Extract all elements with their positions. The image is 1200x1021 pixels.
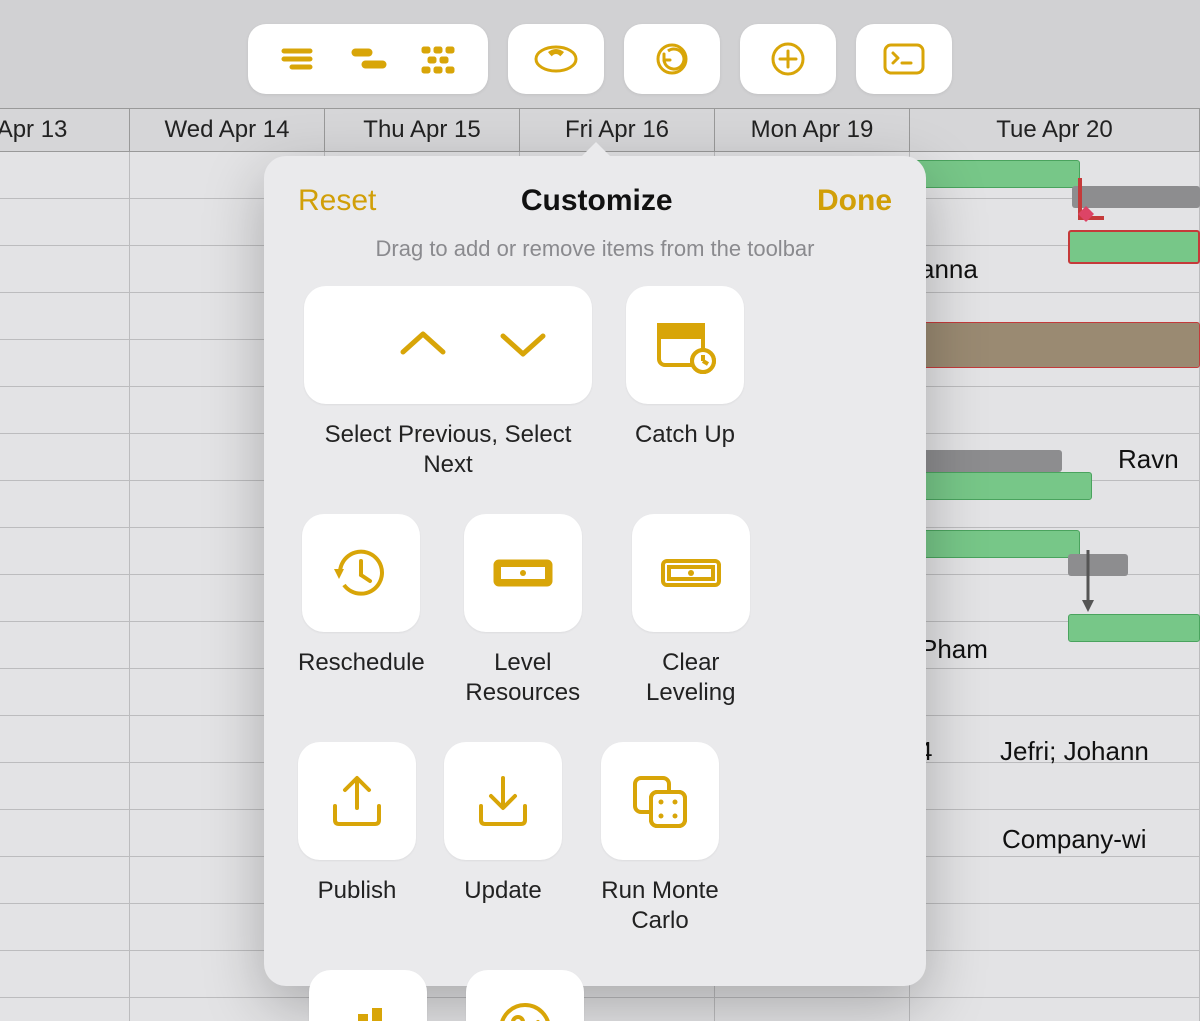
assignee-label: Company-wi: [1002, 824, 1147, 855]
toolbar-group-view: [248, 24, 488, 94]
item-clear-leveling[interactable]: Clear Leveling: [621, 514, 761, 708]
date-col: e Apr 13: [0, 109, 130, 151]
reset-button[interactable]: Reset: [298, 184, 376, 218]
item-label: Reschedule: [298, 648, 425, 678]
popover-title: Customize: [521, 184, 673, 218]
date-col: Tue Apr 20: [910, 109, 1200, 151]
assignee-label: Pham: [920, 634, 988, 665]
item-label: Run Monte Carlo: [590, 876, 730, 936]
popover-hint: Drag to add or remove items from the too…: [264, 226, 926, 286]
gantt-bar[interactable]: [1068, 614, 1200, 642]
item-select-prev-next[interactable]: Select Previous, Select Next: [298, 286, 598, 480]
tasks-icon[interactable]: [346, 42, 390, 76]
item-clear-monte-carlo[interactable]: Clear Monte Carlo: [298, 970, 438, 1021]
toolbar-add[interactable]: [740, 24, 836, 94]
item-label: Update: [464, 876, 541, 906]
gantt-bar[interactable]: [1068, 230, 1200, 264]
item-label: Level Resources: [453, 648, 593, 708]
gantt-summary-bar[interactable]: [912, 322, 1200, 368]
customize-popover: Reset Customize Done Drag to add or remo…: [264, 156, 926, 986]
item-publish[interactable]: Publish: [298, 742, 416, 906]
gantt-bar[interactable]: [912, 530, 1080, 558]
add-icon: [766, 42, 810, 76]
assignee-label: anna: [920, 254, 978, 285]
toolbar-undo[interactable]: [624, 24, 720, 94]
item-split[interactable]: Split: [466, 970, 584, 1021]
item-run-monte-carlo[interactable]: Run Monte Carlo: [590, 742, 730, 936]
toolbar: [0, 24, 1200, 94]
toolbar-console[interactable]: [856, 24, 952, 94]
item-label: Clear Leveling: [621, 648, 761, 708]
console-icon: [882, 42, 926, 76]
item-level-resources[interactable]: Level Resources: [453, 514, 593, 708]
item-label: Select Previous, Select Next: [298, 420, 598, 480]
gantt-bar[interactable]: [912, 450, 1062, 472]
item-update[interactable]: Update: [444, 742, 562, 906]
item-label: Catch Up: [635, 420, 735, 450]
done-button[interactable]: Done: [817, 184, 892, 218]
visibility-icon: [534, 42, 578, 76]
date-col: Wed Apr 14: [130, 109, 325, 151]
undo-icon: [650, 42, 694, 76]
gantt-bar[interactable]: [912, 472, 1092, 500]
date-col: Fri Apr 16: [520, 109, 715, 151]
assignee-label: Jefri; Johann: [1000, 736, 1149, 767]
item-label: Publish: [318, 876, 397, 906]
groups-icon[interactable]: [418, 42, 462, 76]
toolbar-visibility[interactable]: [508, 24, 604, 94]
item-reschedule[interactable]: Reschedule: [298, 514, 425, 678]
date-col: Mon Apr 19: [715, 109, 910, 151]
indent-icon[interactable]: [274, 42, 318, 76]
date-col: Thu Apr 15: [325, 109, 520, 151]
item-catch-up[interactable]: Catch Up: [626, 286, 744, 450]
assignee-label: Ravn: [1118, 444, 1179, 475]
